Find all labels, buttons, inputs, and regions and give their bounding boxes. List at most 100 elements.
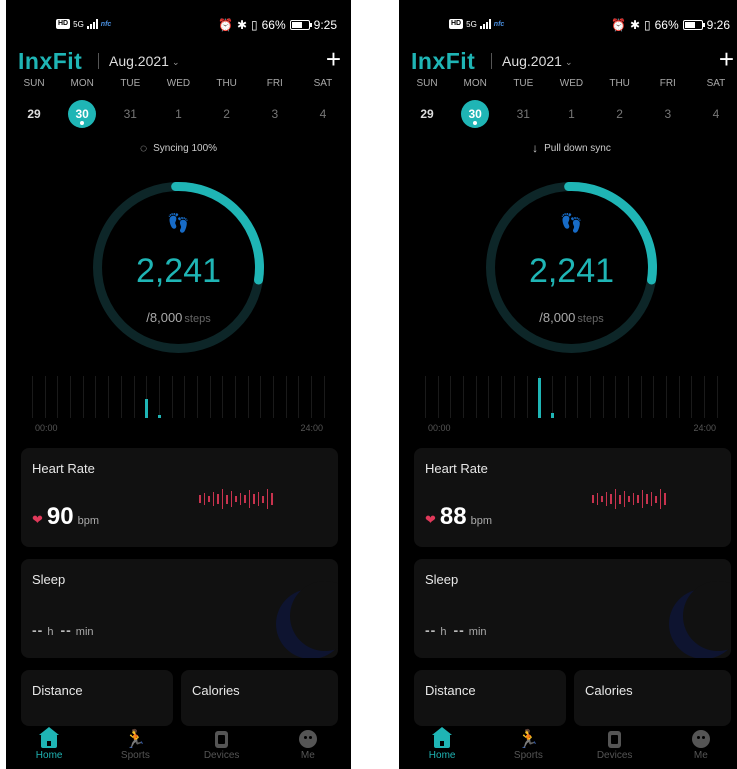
- day-name: THU: [216, 78, 237, 89]
- hour-bar: [196, 376, 198, 418]
- heart-rate-title: Heart Rate: [32, 461, 95, 476]
- phone-screen-left: HD 5G nfc ⏰ ✱ ▯ 66% 9:25 InxFit Aug.2021…: [6, 0, 351, 769]
- steps-goal: /8,000 steps: [91, 310, 266, 325]
- sync-status[interactable]: ↓ Pull down sync: [399, 141, 737, 155]
- sleep-duration: -- h -- min: [32, 622, 97, 638]
- hd-icon: HD: [56, 19, 71, 29]
- network-label: 5G: [73, 19, 84, 29]
- day-sun[interactable]: SUN 29: [403, 78, 451, 128]
- sleep-hours: --: [425, 622, 437, 638]
- hour-bar: [108, 376, 110, 418]
- heart-rate-card[interactable]: Heart Rate ❤ 88 bpm: [414, 448, 731, 547]
- nav-devices[interactable]: Devices: [187, 728, 257, 769]
- alarm-icon: ⏰: [610, 18, 626, 32]
- goal-unit: steps: [184, 313, 211, 325]
- day-date-selected: 30: [68, 100, 97, 128]
- hour-bar: [513, 376, 515, 418]
- waveform-line: [217, 494, 219, 504]
- bottom-nav: Home 🏃 Sports Devices Me: [399, 727, 737, 769]
- hour-bar: [628, 376, 629, 418]
- hour-bar: [82, 376, 84, 418]
- day-name: SAT: [313, 78, 333, 89]
- nav-home[interactable]: Home: [407, 727, 477, 769]
- day-fri[interactable]: FRI 3: [644, 78, 692, 128]
- clock-time: 9:25: [313, 18, 337, 32]
- day-name: WED: [166, 78, 191, 89]
- heart-rate-unit: bpm: [470, 515, 493, 527]
- battery-percent: 66%: [261, 18, 286, 32]
- day-date: 4: [319, 107, 327, 121]
- month-picker[interactable]: Aug.2021 ⌄: [98, 53, 180, 69]
- nav-me[interactable]: Me: [273, 728, 343, 769]
- home-icon: [39, 727, 60, 748]
- chart-end-label: 24:00: [300, 423, 323, 433]
- heart-rate-reading: ❤ 88 bpm: [425, 503, 492, 531]
- hour-bar: [450, 376, 452, 418]
- minutes-unit: min: [468, 626, 487, 638]
- moon-icon: [669, 581, 731, 658]
- nav-home[interactable]: Home: [14, 727, 84, 769]
- hour-bar: [235, 376, 236, 418]
- calories-card[interactable]: Calories: [574, 670, 731, 726]
- sleep-card[interactable]: Sleep -- h -- min: [414, 559, 731, 658]
- nav-me[interactable]: Me: [666, 728, 736, 769]
- day-fri[interactable]: FRI 3: [251, 78, 299, 128]
- day-wed[interactable]: WED 1: [547, 78, 595, 128]
- plus-icon[interactable]: +: [719, 44, 734, 75]
- distance-title: Distance: [425, 683, 476, 698]
- day-thu[interactable]: THU 2: [203, 78, 251, 128]
- distance-card[interactable]: Distance: [21, 670, 173, 726]
- day-mon[interactable]: MON 30: [58, 78, 106, 128]
- hour-bar: [640, 376, 642, 418]
- hour-bar-fill: [538, 378, 542, 418]
- waveform-line: [226, 494, 228, 504]
- day-tue[interactable]: TUE 31: [499, 78, 547, 128]
- sleep-card[interactable]: Sleep -- h -- min: [21, 559, 338, 658]
- nav-devices[interactable]: Devices: [580, 728, 650, 769]
- hour-bar: [95, 376, 97, 418]
- signal-icon: [479, 19, 491, 29]
- day-sat[interactable]: SAT 4: [299, 78, 347, 128]
- face-icon: [691, 730, 710, 748]
- month-picker[interactable]: Aug.2021 ⌄: [491, 53, 573, 69]
- day-date: 31: [123, 107, 137, 121]
- heart-rate-card[interactable]: Heart Rate ❤ 90 bpm: [21, 448, 338, 547]
- hour-bar: [678, 376, 680, 418]
- day-wed[interactable]: WED 1: [154, 78, 202, 128]
- waveform-line: [659, 489, 661, 509]
- hour-bar: [550, 376, 554, 418]
- steps-ring[interactable]: 👣 2,241 /8,000 steps: [91, 180, 266, 355]
- hour-bar: [526, 376, 528, 418]
- day-sat[interactable]: SAT 4: [692, 78, 737, 128]
- month-label: Aug.2021: [502, 53, 562, 69]
- watch-icon: [215, 730, 229, 748]
- day-tue[interactable]: TUE 31: [106, 78, 154, 128]
- day-thu[interactable]: THU 2: [596, 78, 644, 128]
- heart-rate-title: Heart Rate: [425, 461, 488, 476]
- alarm-icon: ⏰: [217, 18, 233, 32]
- day-date: 1: [175, 107, 182, 121]
- day-mon[interactable]: MON 30: [451, 78, 499, 128]
- distance-card[interactable]: Distance: [414, 670, 566, 726]
- calories-title: Calories: [585, 683, 633, 698]
- nav-label: Home: [428, 750, 456, 761]
- waveform-line: [596, 493, 598, 505]
- calories-card[interactable]: Calories: [181, 670, 338, 726]
- sleep-minutes: --: [453, 622, 465, 638]
- waveform-line: [253, 494, 255, 504]
- day-sun[interactable]: SUN 29: [10, 78, 58, 128]
- footprints-icon: 👣: [560, 213, 583, 233]
- nav-sports[interactable]: 🏃 Sports: [493, 728, 563, 769]
- day-name: FRI: [266, 78, 283, 89]
- nav-sports[interactable]: 🏃 Sports: [100, 728, 170, 769]
- nfc-icon: nfc: [493, 20, 505, 28]
- chart-start-label: 00:00: [35, 423, 58, 433]
- phone-screen-right: HD 5G nfc ⏰ ✱ ▯ 66% 9:26 InxFit Aug.2021…: [399, 0, 737, 769]
- plus-icon[interactable]: +: [326, 44, 341, 75]
- status-bar: HD 5G nfc ⏰ ✱ ▯ 66% 9:26: [399, 17, 737, 35]
- hour-bar: [184, 376, 186, 418]
- steps-ring[interactable]: 👣 2,241 /8,000 steps: [484, 180, 659, 355]
- running-icon: 🏃: [124, 728, 147, 749]
- hours-unit: h: [440, 626, 447, 638]
- goal-unit: steps: [577, 313, 604, 325]
